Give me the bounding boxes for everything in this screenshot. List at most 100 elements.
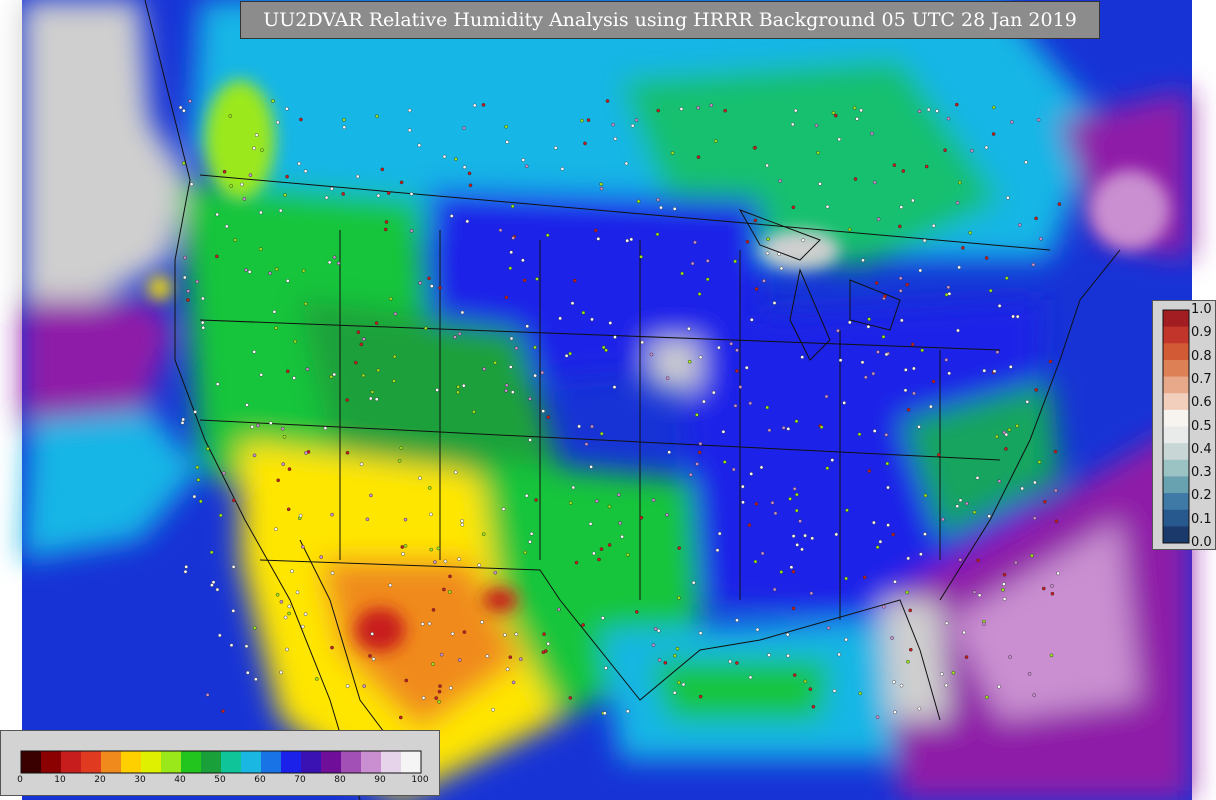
station-dot <box>594 228 598 233</box>
station-dot <box>409 229 414 233</box>
station-dot <box>672 207 677 211</box>
station-dot <box>912 366 916 371</box>
colorbar-bottom-swatch <box>161 751 182 773</box>
station-dot <box>240 182 244 187</box>
station-dot <box>201 296 205 301</box>
colorbar-right-tick-label: 0.8 <box>1191 348 1212 364</box>
station-dot <box>345 450 350 455</box>
colorbar-bottom-swatch <box>21 751 42 773</box>
station-dot <box>472 103 477 108</box>
station-dot <box>222 169 227 174</box>
station-dot <box>398 715 403 720</box>
station-dot <box>429 547 434 552</box>
station-dot <box>577 424 581 429</box>
station-dot <box>741 484 745 489</box>
station-dot <box>546 415 551 419</box>
station-dot <box>958 558 963 562</box>
station-dot <box>592 551 596 556</box>
station-dot <box>327 260 332 265</box>
station-dot <box>818 182 822 186</box>
station-dot <box>324 195 329 200</box>
station-dot <box>480 620 484 624</box>
station-dot <box>511 680 516 685</box>
station-dot <box>908 608 913 613</box>
station-dot <box>438 285 442 290</box>
station-dot <box>329 375 334 379</box>
station-dot <box>808 687 813 691</box>
station-dot <box>1031 262 1036 267</box>
station-dot <box>992 105 996 110</box>
station-dot <box>995 350 1000 354</box>
station-dot <box>885 461 890 466</box>
colorbar-right-tick-label: 0.7 <box>1191 371 1212 387</box>
station-dot <box>917 109 922 114</box>
station-dot <box>525 324 530 329</box>
station-dot <box>723 108 728 113</box>
station-dot <box>830 458 835 462</box>
station-dot <box>982 368 987 373</box>
station-dot <box>917 706 922 711</box>
colorbar-bottom-swatch <box>361 751 382 773</box>
station-dot <box>597 557 601 562</box>
station-dot <box>944 358 949 362</box>
station-dot <box>437 689 442 694</box>
station-dot <box>590 424 594 429</box>
station-dot <box>491 707 495 712</box>
station-dot <box>910 342 915 347</box>
station-dot <box>735 369 739 373</box>
station-dot <box>696 105 701 110</box>
station-dot <box>1057 202 1062 206</box>
station-dot <box>564 353 569 358</box>
station-dot <box>715 548 720 553</box>
station-dot <box>293 339 297 344</box>
station-dot <box>1004 432 1009 437</box>
station-dot <box>599 547 604 551</box>
station-dot <box>695 462 699 466</box>
station-dot <box>278 208 283 213</box>
station-dot <box>332 255 337 260</box>
station-dot <box>795 508 799 513</box>
station-dot <box>259 372 264 377</box>
station-dot <box>790 122 795 127</box>
station-dot <box>376 193 381 198</box>
station-dot <box>898 276 903 281</box>
station-dot <box>244 644 249 649</box>
station-dot <box>698 441 703 446</box>
colorbar-right-tick-label: 0.0 <box>1191 535 1212 550</box>
station-dot <box>618 521 623 526</box>
station-dot <box>881 334 886 339</box>
station-dot <box>635 610 639 614</box>
station-dot <box>186 298 190 302</box>
station-dot <box>955 102 959 107</box>
station-dot <box>188 99 192 103</box>
station-dot <box>342 118 346 122</box>
station-dot <box>837 137 842 142</box>
station-dot <box>1054 519 1059 524</box>
station-dot <box>750 317 754 322</box>
station-dot <box>437 700 441 704</box>
station-dot <box>285 369 290 374</box>
station-dot <box>447 590 452 594</box>
station-dot <box>791 606 796 611</box>
station-dot <box>741 500 745 505</box>
station-dot <box>217 633 222 638</box>
colorbar-bottom-swatch <box>181 751 202 773</box>
station-dot <box>785 632 790 637</box>
station-dot <box>376 368 381 373</box>
colorbar-right-tick-label: 0.5 <box>1191 418 1212 434</box>
station-dot <box>448 686 453 690</box>
station-dot <box>450 631 455 636</box>
station-dot <box>448 574 452 579</box>
station-dot <box>825 466 830 471</box>
station-dot <box>767 428 772 433</box>
station-dot <box>504 383 509 388</box>
station-dot <box>965 501 969 506</box>
station-dot <box>233 238 238 242</box>
station-dot <box>423 326 428 331</box>
station-dot <box>195 279 199 284</box>
station-dot <box>721 429 726 434</box>
station-dot <box>553 146 558 150</box>
colorbar-right-tick-label: 0.9 <box>1191 325 1212 341</box>
station-dot <box>1006 195 1010 200</box>
colorbar-bottom-tick-label: 100 <box>411 775 429 785</box>
